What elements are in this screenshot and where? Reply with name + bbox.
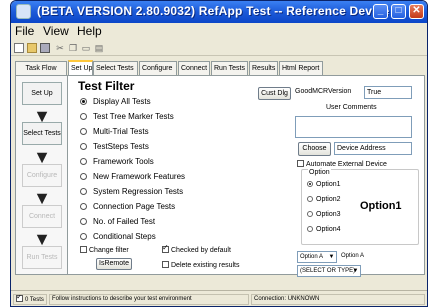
filter-option[interactable]: No. of Failed Test [80,217,155,226]
automate-external-checkbox[interactable]: Automate External Device [297,160,387,168]
good-mcr-field[interactable]: True [364,86,412,99]
checkbox-icon [162,261,169,268]
checkbox-icon [80,246,87,253]
tab-configure[interactable]: Configure [139,61,177,75]
radio-icon [307,226,313,232]
save-icon[interactable] [40,43,50,53]
maximize-icon[interactable]: □ [391,4,406,19]
tab-select-tests[interactable]: Select Tests [93,61,138,75]
filter-option[interactable]: Conditional Steps [80,232,156,241]
radio-icon [80,233,87,240]
cust-dlg-button[interactable]: Cust Dlg [258,87,291,100]
app-window: (BETA VERSION 2.80.9032) RefApp Test -- … [10,0,428,307]
app-icon [16,4,31,19]
selected-option-display: Option1 [360,200,402,212]
filter-option[interactable]: New Framework Features [80,172,185,181]
device-address-field[interactable]: Device Address [334,142,412,155]
status-message: Follow instructions to describe your tes… [49,294,249,305]
radio-icon [80,128,87,135]
radio-icon [80,203,87,210]
task-flow-header: Task Flow [15,61,67,75]
user-comments-field[interactable] [295,116,412,138]
radio-icon [307,196,313,202]
chevron-down-icon: ▼ [328,254,335,260]
step-select-tests[interactable]: Select Tests [22,122,62,145]
is-remote-button[interactable]: IsRemote [96,258,132,270]
new-file-icon[interactable] [14,43,24,53]
radio-icon [80,158,87,165]
tab-set-up[interactable]: Set Up [68,60,93,75]
menu-file[interactable]: File [15,24,34,38]
menu-view[interactable]: View [43,24,69,38]
filter-option[interactable]: System Regression Tests [80,187,183,196]
choose-button[interactable]: Choose [298,142,331,156]
menu-bar: File View Help [11,23,427,40]
paste-icon[interactable]: ▭ [81,43,91,53]
filter-option[interactable]: TestSteps Tests [80,142,149,151]
filter-option[interactable]: Framework Tools [80,157,154,166]
tab-connect[interactable]: Connect [178,61,210,75]
test-filter-title: Test Filter [78,79,135,93]
window-title: (BETA VERSION 2.80.9032) RefApp Test -- … [37,4,400,18]
radio-selected-icon [80,98,87,105]
radio-icon [307,211,313,217]
task-flow-panel: Set Up ▼ Select Tests ▼ Configure ▼ Conn… [15,75,68,275]
status-bar: 0 Tests Follow instructions to describe … [11,290,427,306]
chevron-down-icon: ▼ [352,268,359,274]
toolbar: ✂ ❐ ▭ ▤ [11,41,427,56]
option-group: Option Option1 Option2 Option3 Option4 O… [301,169,419,245]
checkbox-icon [297,160,304,167]
print-icon[interactable]: ▤ [94,43,104,53]
radio-icon [80,113,87,120]
checkbox-checked-icon [16,295,23,302]
option-radio[interactable]: Option2 [307,196,341,203]
change-filter-checkbox[interactable]: Change filter [80,246,129,254]
good-mcr-label: GoodMCRVersion [295,88,352,95]
copy-icon[interactable]: ❐ [68,43,78,53]
radio-icon [80,218,87,225]
status-test-count: 0 Tests [13,294,47,305]
checked-by-default-checkbox[interactable]: Checked by default [162,243,231,254]
tab-results[interactable]: Results [249,61,278,75]
menu-help[interactable]: Help [77,24,102,38]
step-set-up[interactable]: Set Up [22,82,62,105]
option-group-label: Option [308,169,331,176]
user-comments-label: User Comments [326,104,377,111]
minimize-icon[interactable]: _ [373,4,388,19]
filter-option[interactable]: Connection Page Tests [80,202,175,211]
radio-icon [80,143,87,150]
option-radio[interactable]: Option3 [307,211,341,218]
option-radio[interactable]: Option4 [307,226,341,233]
close-icon[interactable]: ✕ [409,4,424,19]
delete-results-checkbox[interactable]: Delete existing results [162,261,239,269]
step-configure[interactable]: Configure [22,164,62,187]
radio-icon [80,188,87,195]
title-bar[interactable]: (BETA VERSION 2.80.9032) RefApp Test -- … [11,1,427,23]
option-radio[interactable]: Option1 [307,181,341,188]
radio-icon [80,173,87,180]
tab-run-tests[interactable]: Run Tests [211,61,248,75]
option-a-select[interactable]: Option A ▼ [297,251,337,263]
option-a-label: Option A [341,253,365,259]
filter-option[interactable]: Display All Tests [80,97,151,106]
radio-selected-icon [307,181,313,187]
cut-icon[interactable]: ✂ [55,43,65,53]
checkbox-checked-icon [162,243,169,253]
tab-strip: Task Flow Set Up Select Tests Configure … [15,60,425,75]
step-connect[interactable]: Connect [22,205,62,228]
open-folder-icon[interactable] [27,43,37,53]
filter-option[interactable]: Test Tree Marker Tests [80,112,174,121]
select-or-type-combo[interactable]: (SELECT OR TYPE) ▼ [297,265,361,277]
status-connection: Connection: UNKNOWN [251,294,425,305]
step-run-tests[interactable]: Run Tests [22,246,62,269]
tab-html-report[interactable]: Html Report [279,61,323,75]
filter-option[interactable]: Multi-Trial Tests [80,127,149,136]
